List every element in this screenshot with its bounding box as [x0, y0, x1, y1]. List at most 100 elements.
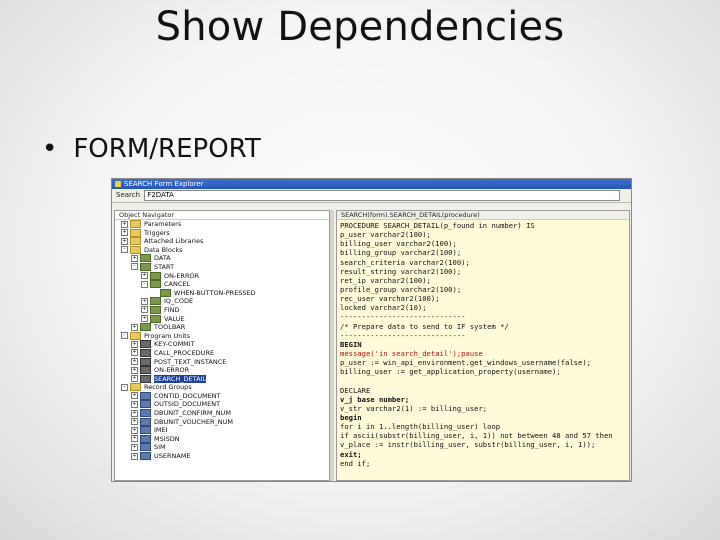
folder-icon — [130, 220, 141, 228]
tree-item[interactable]: + USERNAME — [115, 452, 329, 461]
tree-item-label: Triggers — [144, 228, 170, 237]
tree-item[interactable]: - Program Units — [115, 331, 329, 341]
collapse-icon[interactable]: - — [121, 332, 128, 340]
expand-icon[interactable]: + — [131, 254, 138, 262]
navigator-tree: + Parameters + Triggers + Attached Libraries -… — [115, 220, 329, 461]
tree-item-label: DATA — [154, 254, 171, 263]
expand-icon[interactable]: + — [131, 340, 138, 348]
tree-item-label: POST_TEXT_INSTANCE — [154, 357, 227, 366]
tree-item[interactable]: + CALL_PROCEDURE — [115, 348, 329, 358]
record-icon — [140, 409, 151, 418]
tree-item[interactable]: + Parameters — [115, 220, 329, 229]
expand-icon[interactable]: + — [131, 375, 138, 383]
tree-item[interactable]: + Attached Libraries — [115, 237, 329, 246]
window-titlebar[interactable]: SEARCH Form Explorer — [112, 179, 631, 189]
code-line: begin — [340, 412, 362, 422]
expand-icon[interactable]: + — [141, 306, 148, 314]
tree-item[interactable]: + DBUNIT_CONFIRM_NUM — [115, 409, 329, 418]
tree-item[interactable]: + DBUNIT_VOUCHER_NUM — [115, 417, 329, 427]
tree-item-label: Attached Libraries — [144, 237, 204, 246]
code-line: ----------------------------- — [340, 312, 466, 322]
tree-item[interactable]: + FIND — [115, 305, 329, 315]
collapse-icon[interactable]: - — [121, 383, 128, 391]
tree-item[interactable]: + SIM — [115, 443, 329, 452]
expand-icon[interactable]: + — [131, 409, 138, 417]
procedure-icon — [140, 348, 151, 357]
tree-item[interactable]: + ON-ERROR — [115, 271, 329, 281]
collapse-icon[interactable]: - — [131, 263, 138, 271]
tree-item-label: TOOLBAR — [154, 323, 186, 332]
block-icon — [150, 280, 161, 289]
tree-item[interactable]: + IMEI — [115, 426, 329, 435]
block-icon — [140, 262, 151, 271]
folder-icon — [130, 383, 141, 392]
code-line: /* Prepare data to send to IF system */ — [340, 321, 509, 331]
record-icon — [140, 426, 151, 435]
tree-item[interactable]: + CONTID_DOCUMENT — [115, 391, 329, 401]
expand-icon[interactable]: + — [131, 392, 138, 400]
expand-icon[interactable]: + — [131, 358, 138, 365]
code-line: if ascii(substr(billing_user, i, 1)) not… — [340, 431, 613, 441]
code-line: message('in search_detail');pause — [340, 348, 483, 358]
tree-item[interactable]: + POST_TEXT_INSTANCE — [115, 357, 329, 367]
collapse-icon[interactable]: - — [121, 246, 128, 254]
search-label: Search — [116, 191, 141, 199]
tree-item[interactable]: - START — [115, 262, 329, 272]
expand-icon[interactable]: + — [121, 237, 128, 245]
folder-icon — [130, 237, 141, 246]
tree-item[interactable]: + IQ_CODE — [115, 297, 329, 306]
tree-item[interactable]: + DATA — [115, 254, 329, 263]
window-title: SEARCH Form Explorer — [124, 180, 204, 188]
expand-icon[interactable]: + — [121, 229, 128, 237]
code-line: search_criteria varchar2(100); — [340, 257, 470, 267]
tree-item-label: USERNAME — [154, 452, 191, 461]
collapse-icon[interactable]: - — [141, 280, 148, 288]
navigator-header: Object Navigator — [115, 211, 329, 220]
tree-item[interactable]: + SEARCH_DETAIL — [115, 374, 329, 384]
code-line: DECLARE — [340, 385, 371, 395]
expand-icon[interactable]: + — [131, 418, 138, 426]
expand-icon[interactable]: + — [131, 366, 138, 374]
tree-item[interactable]: + KEY-COMMIT — [115, 340, 329, 349]
bullet-text: FORM/REPORT — [73, 134, 261, 164]
tree-item[interactable]: + MSISDN — [115, 434, 329, 444]
expand-icon[interactable]: + — [131, 323, 138, 331]
expand-icon[interactable]: + — [121, 220, 128, 228]
code-header: SEARCH(form).SEARCH_DETAIL(procedure) — [337, 211, 629, 220]
expand-icon[interactable]: + — [141, 272, 148, 280]
object-navigator-pane[interactable]: Object Navigator + Parameters + Triggers + At… — [114, 210, 330, 481]
tree-item-label: VALUE — [164, 314, 185, 323]
tree-item-label: ON-ERROR — [154, 366, 190, 375]
tree-item[interactable]: - Record Groups — [115, 383, 329, 392]
procedure-icon — [140, 374, 151, 383]
expand-icon[interactable]: + — [131, 443, 138, 451]
pane-splitter[interactable] — [330, 210, 334, 481]
tree-item[interactable]: + Triggers — [115, 228, 329, 238]
code-line: profile_group varchar2(100); — [340, 284, 462, 294]
expand-icon[interactable]: + — [141, 315, 148, 323]
search-input[interactable] — [144, 189, 621, 201]
record-icon — [140, 452, 151, 461]
tree-item-label: SIM — [154, 443, 166, 452]
bullet-item: • FORM/REPORT — [42, 134, 261, 164]
tree-item-label: MSISDN — [154, 434, 180, 443]
block-icon — [150, 314, 161, 323]
tree-item[interactable]: WHEN-BUTTON-PRESSED — [115, 288, 329, 298]
code-line: v_j base number; — [340, 394, 410, 404]
code-line: billing_user := get_application_property… — [340, 367, 561, 377]
tree-item[interactable]: + OUTSID_DOCUMENT — [115, 400, 329, 409]
tree-item[interactable]: + TOOLBAR — [115, 323, 329, 332]
tree-item[interactable]: - CANCEL — [115, 280, 329, 289]
tree-item[interactable]: - Data Blocks — [115, 245, 329, 255]
expand-icon[interactable]: + — [131, 435, 138, 443]
code-pane[interactable]: SEARCH(form).SEARCH_DETAIL(procedure) PR… — [336, 210, 630, 481]
expand-icon[interactable]: + — [131, 452, 138, 460]
app-icon — [115, 181, 121, 187]
tree-item[interactable]: + ON-ERROR — [115, 366, 329, 375]
expand-icon[interactable]: + — [131, 349, 138, 357]
expand-icon[interactable]: + — [131, 426, 138, 434]
expand-icon[interactable]: + — [131, 400, 138, 408]
tree-item[interactable]: + VALUE — [115, 314, 329, 324]
expand-icon[interactable]: + — [141, 297, 148, 305]
trigger-icon — [160, 288, 171, 297]
